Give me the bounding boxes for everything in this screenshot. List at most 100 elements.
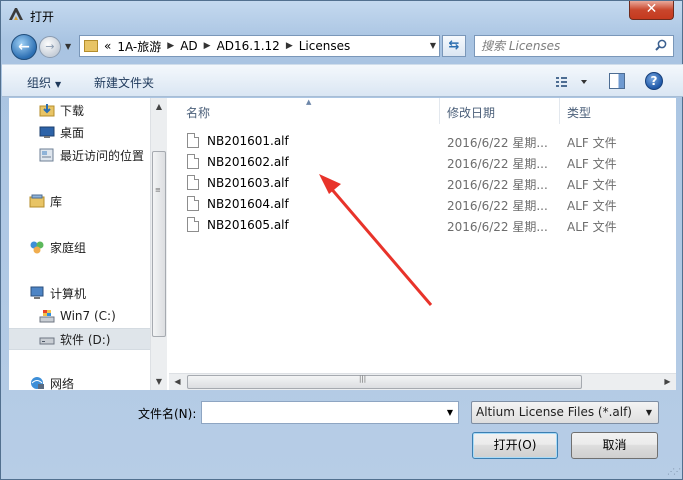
title-bar[interactable]: 打开 ✕ [1,1,682,29]
organize-button[interactable]: 组织 ▼ [27,74,61,91]
help-button[interactable]: ? [645,72,663,90]
file-type: ALF 文件 [567,157,617,171]
file-name: NB201605.alf [207,218,289,232]
scrollbar-thumb[interactable] [187,375,582,389]
nav-item-homegroup[interactable]: 家庭组 [9,236,150,258]
scroll-down-icon[interactable]: ▼ [151,373,167,390]
file-date: 2016/6/22 星期... [447,157,548,171]
scrollbar-thumb[interactable] [152,151,166,337]
file-list-horizontal-scrollbar[interactable]: ◀ ||| ▶ [169,373,676,390]
nav-item-label: 桌面 [60,125,85,140]
nav-item-drive-d[interactable]: 软件 (D:) [9,328,150,350]
file-row[interactable]: NB201605.alf 2016/6/22 星期... ALF 文件 [185,215,675,236]
open-button[interactable]: 打开(O) [472,432,558,459]
file-row[interactable]: NB201601.alf 2016/6/22 星期... ALF 文件 [185,131,675,152]
file-type: ALF 文件 [567,178,617,192]
file-list: ▲ 名称 修改日期 类型 NB201601.alf 2016/6/22 星期..… [169,98,676,390]
breadcrumb-item[interactable]: AD [180,39,197,53]
nav-item-computer[interactable]: 计算机 [9,282,150,304]
file-icon [187,133,199,148]
chevron-down-icon: ▼ [55,80,62,89]
resize-grip-icon[interactable]: ⋰⋰ [667,467,681,476]
new-folder-button[interactable]: 新建文件夹 [94,74,154,91]
refresh-icon: ⇆ [448,38,460,53]
file-row[interactable]: NB201602.alf 2016/6/22 星期... ALF 文件 [185,152,675,173]
forward-button[interactable]: → [39,36,61,58]
search-input[interactable] [481,38,651,54]
back-button[interactable]: ← [11,34,37,60]
file-name: NB201602.alf [207,155,289,169]
nav-item-recent-places[interactable]: 最近访问的位置 [9,144,150,166]
recent-places-icon [39,148,54,162]
file-date: 2016/6/22 星期... [447,220,548,234]
file-icon [187,175,199,190]
breadcrumb-separator-icon[interactable]: ▶ [204,41,211,51]
file-icon [187,217,199,232]
change-view-button[interactable] [554,73,594,91]
search-icon[interactable] [655,39,667,51]
forward-arrow-icon: → [45,40,55,53]
download-folder-icon [39,104,55,117]
nav-item-desktop[interactable]: 桌面 [9,121,150,143]
altium-app-icon [9,8,23,20]
scroll-left-icon[interactable]: ◀ [169,374,186,390]
refresh-button[interactable]: ⇆ [442,35,466,57]
file-name: NB201603.alf [207,176,289,190]
close-button[interactable]: ✕ [629,1,674,20]
column-header-type[interactable]: 类型 [567,104,591,121]
desktop-icon [39,126,55,138]
search-box[interactable] [474,35,674,57]
system-drive-icon [39,310,55,323]
chevron-down-icon: ▼ [645,408,652,417]
nav-item-downloads[interactable]: 下载 [9,99,150,121]
scroll-right-icon[interactable]: ▶ [659,374,676,390]
nav-item-label: 网络 [50,376,75,391]
filename-input[interactable] [205,404,435,421]
drive-icon [39,337,55,345]
chevron-down-icon: ▼ [65,42,72,51]
cancel-button[interactable]: 取消 [571,432,658,459]
recent-locations-dropdown[interactable]: ▼ [65,42,71,51]
command-toolbar: 组织 ▼ 新建文件夹 ? [2,64,683,97]
column-header-date[interactable]: 修改日期 [447,104,495,121]
file-date: 2016/6/22 星期... [447,178,548,192]
content-area: 下载 桌面 最近访问的位置 库 家庭组 计算机 Win7 (C:) 软件 (D:… [9,98,676,390]
address-bar[interactable]: « 1A-旅游 ▶ AD ▶ AD16.1.12 ▶ Licenses ▼ [79,35,440,57]
folder-icon [84,40,98,52]
scrollbar-grip-icon: ||| [359,375,367,383]
breadcrumb-item[interactable]: Licenses [299,39,351,53]
breadcrumb-separator-icon[interactable]: ▶ [286,41,293,51]
nav-item-label: 库 [50,194,63,209]
file-type: ALF 文件 [567,220,617,234]
column-divider[interactable] [439,98,440,124]
file-type-filter[interactable]: Altium License Files (*.alf) ▼ [471,401,659,424]
file-row[interactable]: NB201603.alf 2016/6/22 星期... ALF 文件 [185,173,675,194]
file-row[interactable]: NB201604.alf 2016/6/22 星期... ALF 文件 [185,194,675,215]
breadcrumb-item[interactable]: 1A-旅游 [117,38,161,55]
file-date: 2016/6/22 星期... [447,136,548,150]
column-header-name[interactable]: 名称 [186,104,210,121]
file-icon [187,154,199,169]
breadcrumb-separator-icon[interactable]: ▶ [167,41,174,51]
chevron-down-icon[interactable]: ▼ [447,408,453,417]
filename-combobox[interactable]: ▼ [201,401,459,424]
file-date: 2016/6/22 星期... [447,199,548,213]
organize-label: 组织 [27,76,52,90]
breadcrumb-overflow[interactable]: « [104,39,111,53]
nav-item-drive-c[interactable]: Win7 (C:) [9,305,150,327]
preview-pane-button[interactable] [609,73,625,89]
homegroup-icon [30,241,44,254]
back-arrow-icon: ← [18,39,30,55]
scroll-up-icon[interactable]: ▲ [151,98,167,115]
nav-item-libraries[interactable]: 库 [9,190,150,212]
network-icon [31,377,44,389]
navigation-pane-scrollbar[interactable]: ▲ ≡ ▼ [150,98,167,390]
nav-item-label: Win7 (C:) [60,309,116,323]
address-dropdown-icon[interactable]: ▼ [430,41,436,50]
column-divider[interactable] [559,98,560,124]
nav-item-network[interactable]: 网络 [9,372,150,390]
file-type: ALF 文件 [567,199,617,213]
breadcrumb-item[interactable]: AD16.1.12 [217,39,280,53]
nav-item-label: 最近访问的位置 [60,148,145,163]
nav-item-label: 计算机 [50,286,87,301]
